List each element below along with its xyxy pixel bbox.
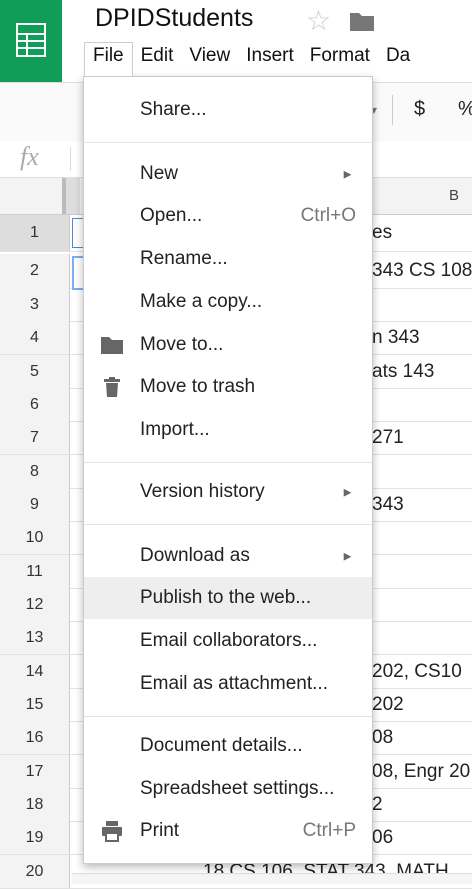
menu-divider [84, 142, 372, 143]
folder-icon[interactable] [349, 10, 375, 32]
submenu-arrow-icon: ► [341, 166, 354, 182]
menu-format[interactable]: Format [302, 42, 378, 76]
menu-item-email-collaborators[interactable]: Email collaborators... [84, 620, 372, 662]
menu-file[interactable]: File [84, 42, 133, 76]
row-header[interactable]: 20 [0, 855, 70, 888]
cell-b[interactable]: 271 [372, 421, 404, 454]
menu-item-spreadsheet-settings[interactable]: Spreadsheet settings... [84, 768, 372, 810]
column-header-a[interactable] [66, 178, 80, 214]
menu-item-version-history[interactable]: Version history ► [84, 471, 372, 513]
row-header[interactable]: 6 [0, 388, 70, 421]
horizontal-scrollbar[interactable] [72, 873, 472, 884]
row-header[interactable]: 18 [0, 788, 70, 821]
cell-b[interactable]: 343 CS 108 [372, 254, 472, 288]
sheets-logo-icon [16, 23, 46, 57]
row-header[interactable]: 10 [0, 521, 70, 554]
menu-item-make-copy[interactable]: Make a copy... [84, 281, 372, 323]
cell-b[interactable]: 202, CS10 [372, 655, 462, 688]
menu-item-share[interactable]: Share... [84, 89, 372, 131]
cell-b[interactable]: 08 [372, 721, 393, 754]
menu-divider [84, 716, 372, 717]
row-header[interactable]: 12 [0, 588, 70, 621]
file-menu: Share... New ► Open... Ctrl+O Rename... … [83, 76, 373, 864]
row-header[interactable]: 4 [0, 321, 70, 354]
menu-item-move-to-trash[interactable]: Move to trash [84, 366, 372, 408]
menu-item-label: Move to trash [140, 376, 256, 397]
menu-insert[interactable]: Insert [238, 42, 302, 76]
cell-b[interactable]: 08, Engr 20 [372, 755, 470, 788]
row-header[interactable]: 2 [0, 254, 70, 288]
submenu-arrow-icon: ► [341, 484, 354, 500]
menu-divider [84, 524, 372, 525]
menu-item-label: Share... [140, 99, 207, 120]
menu-item-rename[interactable]: Rename... [84, 238, 372, 280]
menu-item-label: Make a copy... [140, 291, 263, 312]
menu-item-label: Download as [140, 545, 250, 566]
menu-edit[interactable]: Edit [133, 42, 182, 76]
menu-item-label: Open... [140, 205, 203, 226]
menu-item-label: Print [140, 820, 180, 841]
menu-item-import[interactable]: Import... [84, 409, 372, 451]
menu-item-label: New [140, 163, 179, 184]
menu-item-publish-to-web[interactable]: Publish to the web... [84, 577, 372, 619]
menu-item-label: Email as attachment... [140, 673, 328, 694]
submenu-arrow-icon: ► [341, 548, 354, 564]
folder-icon [101, 337, 123, 354]
cell-b[interactable]: 06 [372, 821, 393, 854]
menu-item-label: Rename... [140, 248, 228, 269]
cell-b[interactable]: 2 [372, 788, 383, 821]
printer-icon [102, 821, 122, 842]
row-header[interactable]: 17 [0, 755, 70, 788]
row-header[interactable]: 8 [0, 455, 70, 488]
row-header[interactable]: 1 [0, 215, 70, 251]
menu-item-label: Import... [140, 419, 210, 440]
menu-item-print[interactable]: Print Ctrl+P [84, 810, 372, 852]
menu-data[interactable]: Da [378, 42, 418, 76]
row-header[interactable]: 15 [0, 688, 70, 721]
menu-view[interactable]: View [181, 42, 238, 76]
document-title[interactable]: DPIDStudents [95, 4, 253, 33]
toolbar-divider [392, 95, 393, 125]
trash-icon [104, 377, 120, 397]
star-icon[interactable]: ☆ [306, 4, 331, 37]
menu-item-label: Document details... [140, 735, 303, 756]
shortcut-label: Ctrl+O [300, 205, 356, 226]
shortcut-label: Ctrl+P [302, 820, 356, 841]
row-header[interactable]: 11 [0, 555, 70, 588]
row-header[interactable]: 5 [0, 355, 70, 388]
row-header[interactable]: 13 [0, 621, 70, 654]
currency-format-button[interactable]: $ [414, 98, 425, 121]
column-header-b[interactable]: B [449, 187, 459, 204]
menu-item-download-as[interactable]: Download as ► [84, 535, 372, 577]
menu-divider [84, 462, 372, 463]
row-header[interactable]: 9 [0, 488, 70, 521]
menu-item-move-to[interactable]: Move to... [84, 324, 372, 366]
percent-format-button[interactable]: % [458, 98, 472, 121]
menu-item-label: Version history [140, 481, 265, 502]
menu-item-label: Publish to the web... [140, 587, 312, 608]
fx-icon: fx [20, 142, 39, 171]
row-header[interactable]: 16 [0, 721, 70, 754]
menu-item-label: Email collaborators... [140, 630, 318, 651]
menubar: File Edit View Insert Format Da [84, 42, 418, 76]
sheets-logo[interactable] [0, 0, 62, 82]
row-header[interactable]: 3 [0, 288, 70, 321]
menu-item-label: Spreadsheet settings... [140, 778, 335, 799]
menu-item-document-details[interactable]: Document details... [84, 725, 372, 767]
cell-b[interactable]: ats 143 [372, 355, 434, 388]
menu-item-label: Move to... [140, 334, 224, 355]
menu-item-new[interactable]: New ► [84, 153, 372, 195]
cell-b[interactable]: 343 [372, 488, 404, 521]
row-header[interactable]: 7 [0, 421, 70, 454]
row-header[interactable]: 19 [0, 821, 70, 854]
cell-b[interactable]: 202 [372, 688, 404, 721]
select-all-corner[interactable] [0, 178, 66, 214]
cell-b[interactable]: n 343 [372, 321, 420, 354]
cell-b[interactable]: es [372, 215, 392, 251]
menu-item-open[interactable]: Open... Ctrl+O [84, 195, 372, 237]
row-header[interactable]: 14 [0, 655, 70, 688]
menu-item-email-attachment[interactable]: Email as attachment... [84, 663, 372, 705]
formula-divider [70, 147, 71, 171]
